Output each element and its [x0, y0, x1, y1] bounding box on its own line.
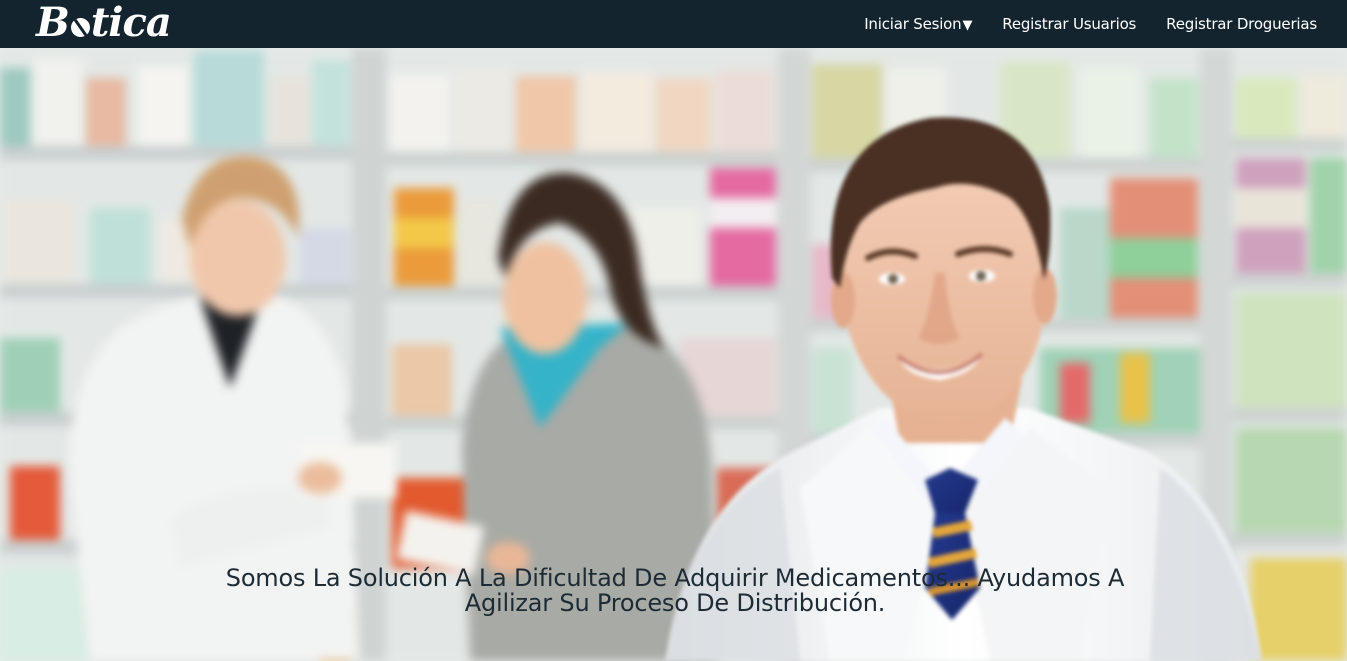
pill-icon [67, 13, 94, 41]
nav-iniciar-sesion-dropdown[interactable]: Iniciar Sesion▼ [864, 15, 972, 33]
nav-iniciar-sesion-label: Iniciar Sesion [864, 15, 962, 33]
nav-registrar-usuarios[interactable]: Registrar Usuarios [1002, 15, 1136, 33]
brand-logo[interactable]: Btica [36, 0, 172, 46]
nav-registrar-droguerias[interactable]: Registrar Droguerias [1166, 15, 1317, 33]
nav-links: Iniciar Sesion▼ Registrar Usuarios Regis… [834, 0, 1317, 48]
top-navbar: Btica Iniciar Sesion▼ Registrar Usuarios… [0, 0, 1347, 48]
hero-caption: Somos La Solución A La Dificultad De Adq… [225, 564, 1125, 617]
caret-down-icon: ▼ [962, 18, 973, 33]
brand-letter-b: B [36, 0, 70, 46]
brand-letters-tica: tica [90, 0, 172, 46]
hero-banner: Somos La Solución A La Dificultad De Adq… [0, 48, 1347, 661]
